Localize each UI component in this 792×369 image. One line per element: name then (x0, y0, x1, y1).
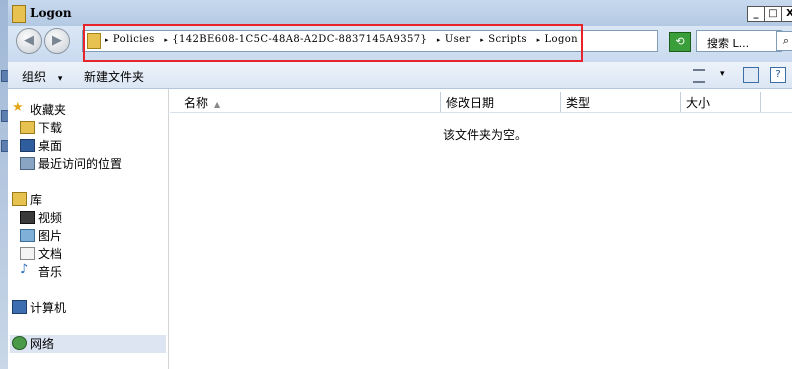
nav-computer[interactable]: 计算机 (12, 299, 67, 316)
desktop-edge-strip (0, 0, 9, 369)
explorer-window: Logon _ □ X ◀ ▶ ▸ Policies ▸ {142BE608-1C5… (8, 0, 792, 369)
breadcrumb-item-guid[interactable]: {142BE608-1C5C-48A8-A2DC-8837145A9357} (172, 34, 427, 45)
nav-libraries-label: 库 (30, 193, 43, 207)
breadcrumb: ▸ Policies ▸ {142BE608-1C5C-48A8-A2DC-8837… (105, 34, 584, 45)
breadcrumb-separator[interactable]: ▸ (537, 36, 541, 44)
help-icon[interactable]: ? (770, 67, 786, 83)
nav-item-label: 下载 (38, 121, 63, 135)
breadcrumb-item-policies[interactable]: Policies (113, 34, 155, 45)
navigation-pane: ★ 收藏夹 下载 桌面 最近访问的位置 库 视频 图片 文档 ♪ 音乐 计算机 … (8, 89, 169, 369)
nav-favorites-label: 收藏夹 (30, 103, 67, 117)
refresh-button[interactable]: ⟲ (669, 32, 691, 52)
pictures-icon (20, 229, 35, 242)
nav-favorites[interactable]: ★ 收藏夹 (12, 100, 67, 118)
breadcrumb-separator[interactable]: ▸ (480, 36, 484, 44)
nav-libraries[interactable]: 库 (12, 191, 43, 208)
organize-label: 组织 (22, 70, 47, 84)
downloads-icon (20, 121, 35, 134)
star-icon: ★ (12, 100, 24, 115)
column-label: 名称 (184, 96, 209, 110)
computer-icon (12, 300, 27, 314)
search-placeholder: 搜索 L... (707, 37, 750, 50)
column-date-modified[interactable]: 修改日期 (446, 94, 494, 111)
address-bar[interactable]: ▸ Policies ▸ {142BE608-1C5C-48A8-A2DC-8837… (82, 30, 723, 52)
nav-item-label: 最近访问的位置 (38, 157, 123, 171)
back-button[interactable]: ◀ (16, 28, 42, 54)
close-button[interactable]: X (781, 6, 792, 22)
nav-item-documents[interactable]: 文档 (20, 245, 63, 262)
breadcrumb-item-scripts[interactable]: Scripts (488, 34, 527, 45)
nav-item-pictures[interactable]: 图片 (20, 227, 63, 244)
breadcrumb-item-logon[interactable]: Logon (545, 34, 579, 45)
refresh-icon: ⟲ (675, 35, 685, 48)
network-icon (12, 336, 27, 350)
folder-icon (87, 33, 101, 49)
nav-item-label: 文档 (38, 247, 63, 261)
library-icon (12, 192, 27, 206)
title-bar: Logon _ □ X (8, 0, 792, 27)
music-icon: ♪ (20, 262, 29, 277)
sort-ascending-icon: ▲ (214, 100, 221, 109)
column-name[interactable]: 名称 ▲ (184, 94, 220, 111)
nav-item-videos[interactable]: 视频 (20, 209, 63, 226)
breadcrumb-separator[interactable]: ▸ (164, 36, 168, 44)
nav-item-downloads[interactable]: 下载 (20, 119, 63, 136)
maximize-button[interactable]: □ (764, 6, 782, 22)
folder-icon (12, 5, 26, 23)
column-divider[interactable] (560, 92, 561, 112)
nav-item-desktop[interactable]: 桌面 (20, 137, 63, 154)
breadcrumb-separator[interactable]: ▸ (105, 36, 109, 44)
column-divider[interactable] (440, 92, 441, 112)
window-title: Logon (30, 6, 72, 20)
chevron-down-icon[interactable]: ▾ (720, 69, 725, 79)
video-icon (20, 211, 35, 224)
nav-item-recent[interactable]: 最近访问的位置 (20, 155, 123, 172)
column-header: 名称 ▲ 修改日期 类型 大小 (170, 92, 792, 113)
nav-item-label: 视频 (38, 211, 63, 225)
documents-icon (20, 247, 35, 260)
nav-item-label: 桌面 (38, 139, 63, 153)
address-row: ◀ ▶ ▸ Policies ▸ {142BE608-1C5C-48A8-A2DC-… (8, 24, 792, 62)
nav-network[interactable]: 网络 (12, 335, 55, 352)
column-size[interactable]: 大小 (686, 94, 710, 111)
nav-item-music[interactable]: ♪ 音乐 (20, 262, 63, 280)
new-folder-button[interactable]: 新建文件夹 (84, 68, 144, 85)
search-icon[interactable]: ⌕ (776, 31, 792, 51)
column-divider[interactable] (760, 92, 761, 112)
breadcrumb-separator[interactable]: ▸ (437, 36, 441, 44)
desktop-icon (20, 139, 35, 152)
empty-folder-message: 该文件夹为空。 (443, 128, 528, 142)
breadcrumb-item-user[interactable]: User (445, 34, 471, 45)
forward-button[interactable]: ▶ (44, 28, 70, 54)
chevron-down-icon: ▾ (57, 74, 63, 84)
toolbar: 组织 ▾ 新建文件夹 ▾ ? (8, 62, 792, 89)
nav-network-label: 网络 (30, 337, 55, 351)
minimize-button[interactable]: _ (747, 6, 765, 22)
nav-item-label: 图片 (38, 229, 63, 243)
preview-pane-icon[interactable] (743, 67, 759, 83)
nav-item-label: 音乐 (38, 265, 63, 279)
recent-places-icon (20, 157, 35, 170)
view-options-icon[interactable] (693, 69, 705, 83)
organize-button[interactable]: 组织 ▾ (22, 68, 62, 85)
column-divider[interactable] (680, 92, 681, 112)
nav-computer-label: 计算机 (30, 301, 67, 315)
column-type[interactable]: 类型 (566, 94, 590, 111)
search-input[interactable]: 搜索 L... (696, 30, 782, 52)
